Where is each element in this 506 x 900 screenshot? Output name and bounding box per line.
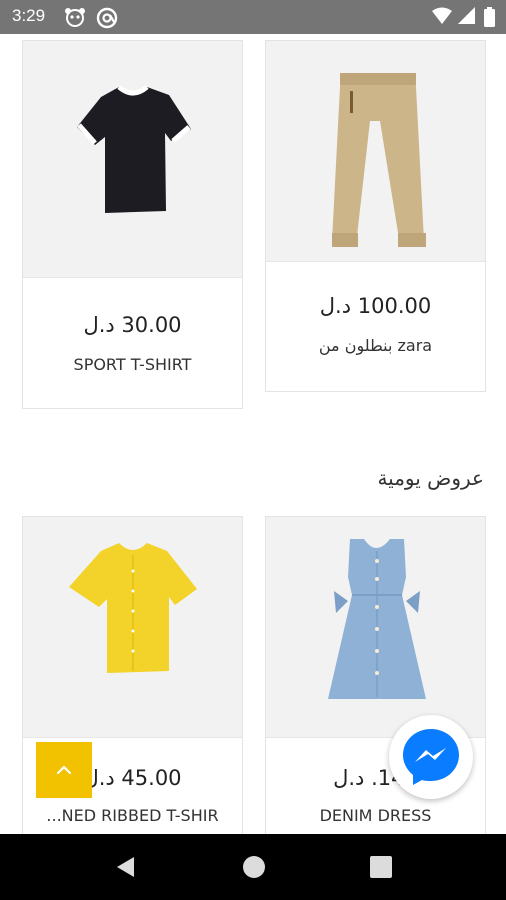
home-icon[interactable] <box>242 855 266 883</box>
messenger-icon <box>403 729 459 785</box>
wifi-icon <box>432 7 452 29</box>
product-image[interactable] <box>266 41 485 262</box>
product-feed[interactable]: 30.00 د.ل SPORT T-SHIRT 100.00 د.ل بنطلو… <box>0 34 506 834</box>
black-tshirt-icon <box>77 85 191 213</box>
product-name: DENIM DRESS <box>319 806 432 825</box>
product-image[interactable] <box>266 517 485 738</box>
section-title-daily-offers: عروض يومية <box>377 466 484 490</box>
product-price: 30.00 د.ل <box>83 313 182 337</box>
at-icon <box>96 7 118 33</box>
denim-dress-icon <box>328 539 426 699</box>
navigation-bar <box>0 834 506 900</box>
khaki-pants-icon <box>332 73 426 247</box>
panda-icon <box>64 7 86 31</box>
chevron-up-icon <box>56 765 72 775</box>
product-price: 100.00 د.ل <box>319 294 432 318</box>
messenger-chat-button[interactable] <box>389 715 473 799</box>
product-image[interactable] <box>23 41 242 278</box>
product-image[interactable] <box>23 517 242 738</box>
signal-icon <box>458 7 476 29</box>
product-name: بنطلون من zara <box>318 336 433 355</box>
recents-icon[interactable] <box>370 856 392 882</box>
product-name: SPORT T-SHIRT <box>73 355 192 374</box>
product-card-pants[interactable]: 100.00 د.ل بنطلون من zara <box>265 40 486 392</box>
scroll-to-top-button[interactable] <box>36 742 92 798</box>
back-icon[interactable] <box>114 855 138 883</box>
yellow-shirt-icon <box>69 543 197 673</box>
product-name: ...NED RIBBED T-SHIR <box>46 806 219 825</box>
product-card-sport-tshirt[interactable]: 30.00 د.ل SPORT T-SHIRT <box>22 40 243 409</box>
battery-icon <box>484 7 495 31</box>
status-time: 3:29 <box>12 6 46 25</box>
status-bar: 3:29 <box>0 0 506 34</box>
